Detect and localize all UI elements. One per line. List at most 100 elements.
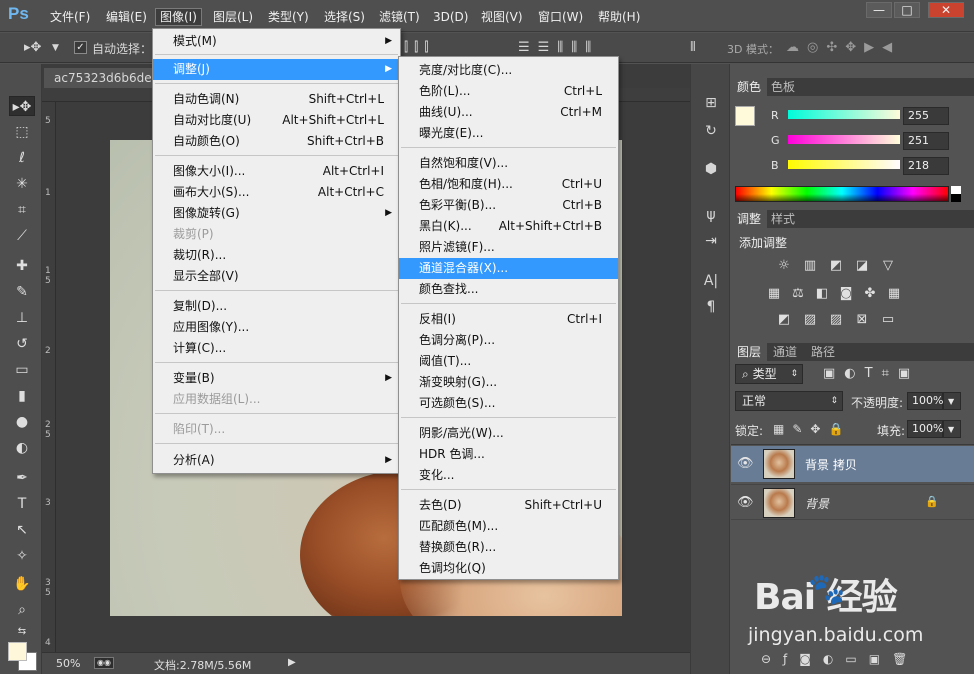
menu-item-invert[interactable]: 反相(I) Ctrl+I <box>399 309 618 330</box>
levels-icon[interactable]: ▥ <box>801 258 819 274</box>
menu-item-trim[interactable]: 裁切(R)... <box>153 245 400 266</box>
menu-item-color-lookup[interactable]: 颜色查找... <box>399 279 618 300</box>
menu-item-canvas-size[interactable]: 画布大小(S)... Alt+Ctrl+C <box>153 182 400 203</box>
menu-file[interactable]: 文件(F) <box>46 8 94 26</box>
status-icon[interactable]: ◉◉ <box>94 657 114 669</box>
menu-item-reveal-all[interactable]: 显示全部(V) <box>153 266 400 287</box>
menu-item-image-size[interactable]: 图像大小(I)... Alt+Ctrl+I <box>153 161 400 182</box>
menu-item-threshold[interactable]: 阈值(T)... <box>399 351 618 372</box>
close-button[interactable]: ✕ <box>928 2 964 18</box>
color-lookup-icon[interactable]: ▦ <box>885 286 903 302</box>
menu-item-analysis[interactable]: 分析(A) ▶ <box>153 450 400 471</box>
lasso-tool-icon[interactable]: ℓ <box>9 148 35 168</box>
layer-kind-filter[interactable]: ⌕ 类型 ⇕ <box>735 364 803 384</box>
menu-item-selective-color[interactable]: 可选颜色(S)... <box>399 393 618 414</box>
exposure-icon[interactable]: ◪ <box>853 258 871 274</box>
color-panel-swatch[interactable] <box>735 106 755 126</box>
menu-image[interactable]: 图像(I) <box>155 8 202 26</box>
menu-item-curves[interactable]: 曲线(U)... Ctrl+M <box>399 102 618 123</box>
layer-name[interactable]: 背景 拷贝 <box>805 456 857 473</box>
menu-select[interactable]: 选择(S) <box>320 8 369 26</box>
fill-dropdown-icon[interactable]: ▼ <box>943 420 961 438</box>
hand-tool-icon[interactable]: ✋ <box>9 574 35 594</box>
menu-type[interactable]: 类型(Y) <box>264 8 313 26</box>
tab-color[interactable]: 颜色 <box>731 78 768 96</box>
status-arrow-icon[interactable]: ▶ <box>288 657 296 668</box>
blur-tool-icon[interactable]: ● <box>9 412 35 432</box>
color-spectrum[interactable] <box>735 186 949 202</box>
actions-icon[interactable]: ↻ <box>700 120 722 142</box>
dodge-tool-icon[interactable]: ◐ <box>9 438 35 458</box>
pen-tool-icon[interactable]: ✒ <box>9 468 35 488</box>
menu-item-equalize[interactable]: 色调均化(Q) <box>399 558 618 579</box>
minimize-button[interactable]: — <box>866 2 892 18</box>
tab-swatches[interactable]: 色板 <box>765 78 801 96</box>
lock-icons[interactable]: ▦✎✥🔒 <box>773 422 853 436</box>
layer-row[interactable]: 👁 背景 🔒 <box>731 484 974 520</box>
zoom-level[interactable]: 50% <box>56 657 80 670</box>
distribute-icons[interactable]: ☰☰⫼⫼⫼ <box>518 40 599 55</box>
tool-preset-chevron-icon[interactable]: ▼ <box>52 43 59 53</box>
channel-r-slider[interactable] <box>788 110 900 119</box>
menu-view[interactable]: 视图(V) <box>477 8 527 26</box>
menu-edit[interactable]: 编辑(E) <box>102 8 151 26</box>
paragraph-icon[interactable]: ¶ <box>700 296 722 318</box>
channel-b-value[interactable]: 218 <box>903 157 949 175</box>
menu-item-brightness-contrast[interactable]: 亮度/对比度(C)... <box>399 60 618 81</box>
menu-item-photo-filter[interactable]: 照片滤镜(F)... <box>399 237 618 258</box>
menu-item-black-white[interactable]: 黑白(K)... Alt+Shift+Ctrl+B <box>399 216 618 237</box>
menu-item-hdr-toning[interactable]: HDR 色调... <box>399 444 618 465</box>
menu-item-vibrance[interactable]: 自然饱和度(V)... <box>399 153 618 174</box>
tab-channels[interactable]: 通道 <box>767 343 803 361</box>
clone-source-icon[interactable]: ⇥ <box>700 230 722 252</box>
menu-item-variations[interactable]: 变化... <box>399 465 618 486</box>
auto-select-checkbox[interactable]: ✓ <box>74 41 87 54</box>
stamp-tool-icon[interactable]: ⊥ <box>9 308 35 328</box>
spectrum-black[interactable] <box>951 194 961 202</box>
menu-layer[interactable]: 图层(L) <box>209 8 257 26</box>
menu-item-auto-tone[interactable]: 自动色调(N) Shift+Ctrl+L <box>153 89 400 110</box>
menu-item-posterize[interactable]: 色调分离(P)... <box>399 330 618 351</box>
document-tab[interactable]: ac75323d6b6de24 <box>44 68 156 88</box>
brightness-icon[interactable]: ☼ <box>775 258 793 274</box>
3d-mode-icons[interactable]: ☁◎✣✥▶◀ <box>786 40 900 55</box>
hue-sat-icon[interactable]: ▦ <box>765 286 783 302</box>
swap-colors-icon[interactable]: ⇆ <box>9 622 35 642</box>
marquee-tool-icon[interactable]: ⬚ <box>9 122 35 142</box>
channel-g-value[interactable]: 251 <box>903 132 949 150</box>
channel-b-slider[interactable] <box>788 160 900 169</box>
menu-item-match-color[interactable]: 匹配颜色(M)... <box>399 516 618 537</box>
color-balance-icon[interactable]: ⚖ <box>789 286 807 302</box>
history-brush-tool-icon[interactable]: ↺ <box>9 334 35 354</box>
3d-icon[interactable]: ⬢ <box>700 158 722 180</box>
tab-paths[interactable]: 路径 <box>805 343 841 361</box>
vibrance-icon[interactable]: ▽ <box>879 258 897 274</box>
menu-item-auto-color[interactable]: 自动颜色(O) Shift+Ctrl+B <box>153 131 400 152</box>
fill-value[interactable]: 100% <box>907 420 943 438</box>
path-select-tool-icon[interactable]: ↖ <box>9 520 35 540</box>
menu-item-desaturate[interactable]: 去色(D) Shift+Ctrl+U <box>399 495 618 516</box>
photo-filter-icon[interactable]: ◙ <box>837 286 855 302</box>
invert-icon[interactable]: ◩ <box>775 312 793 328</box>
menu-item-color-balance[interactable]: 色彩平衡(B)... Ctrl+B <box>399 195 618 216</box>
tab-layers[interactable]: 图层 <box>731 343 768 361</box>
maximize-button[interactable]: □ <box>894 2 920 18</box>
menu-item-replace-color[interactable]: 替换颜色(R)... <box>399 537 618 558</box>
curves-icon[interactable]: ◩ <box>827 258 845 274</box>
menu-item-exposure[interactable]: 曝光度(E)... <box>399 123 618 144</box>
menu-item-hue-saturation[interactable]: 色相/饱和度(H)... Ctrl+U <box>399 174 618 195</box>
channel-g-slider[interactable] <box>788 135 900 144</box>
menu-window[interactable]: 窗口(W) <box>534 8 587 26</box>
type-tool-icon[interactable]: T <box>9 494 35 514</box>
align-icons[interactable]: ⫿⫿⫿ <box>404 40 434 55</box>
posterize-icon[interactable]: ▨ <box>801 312 819 328</box>
menu-item-levels[interactable]: 色阶(L)... Ctrl+L <box>399 81 618 102</box>
gradient-map-icon[interactable]: ▭ <box>879 312 897 328</box>
menu-item-shadows-highlights[interactable]: 阴影/高光(W)... <box>399 423 618 444</box>
menu-item-apply-image[interactable]: 应用图像(Y)... <box>153 317 400 338</box>
layer-name[interactable]: 背景 <box>805 495 829 512</box>
brush-presets-icon[interactable]: ψ <box>700 204 722 226</box>
eye-icon[interactable]: 👁 <box>737 495 754 510</box>
menu-filter[interactable]: 滤镜(T) <box>375 8 424 26</box>
history-icon[interactable]: ⊞ <box>700 92 722 114</box>
